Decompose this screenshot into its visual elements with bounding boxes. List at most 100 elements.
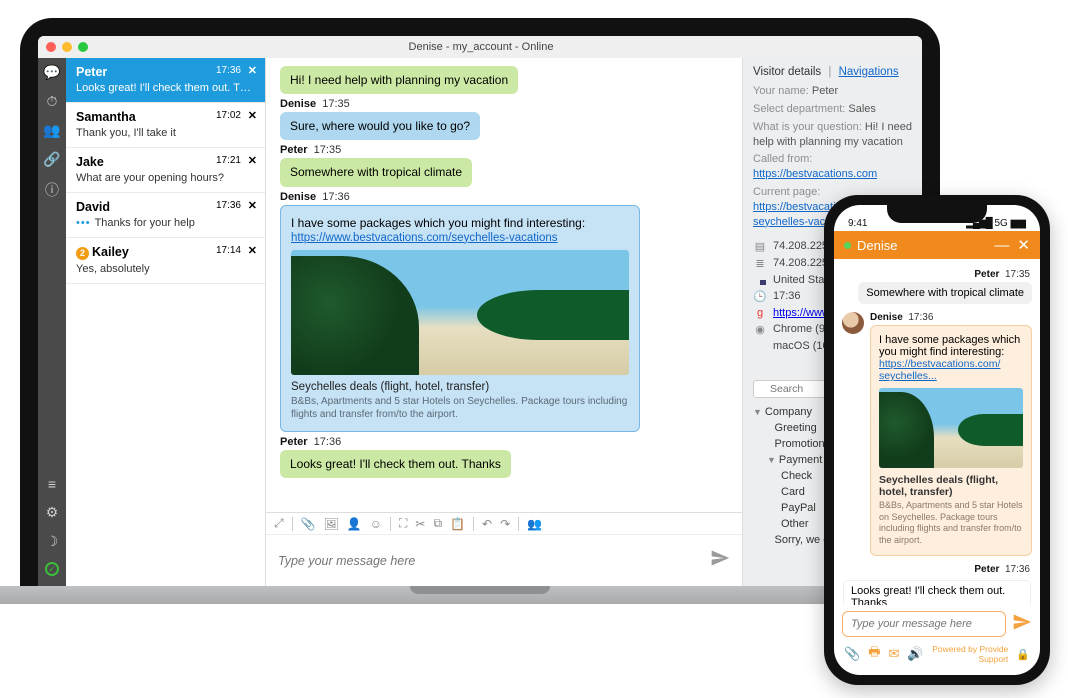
conv-snippet: •••Thanks for your help [76, 217, 255, 229]
visitor-message: Looks great! I'll check them out. Thanks [280, 450, 511, 478]
phone-chat-header: Denise — ✕ [834, 231, 1040, 259]
paste-icon[interactable]: 📋 [450, 517, 465, 531]
copy-icon[interactable]: ⧉ [433, 516, 442, 531]
message-input[interactable] [842, 611, 1006, 637]
card-title: Seychelles deals (flight, hotel, transfe… [879, 474, 1023, 498]
user-icon[interactable]: 👤 [347, 517, 362, 531]
tab-visitor-details[interactable]: Visitor details [753, 66, 821, 78]
visitor-message: Somewhere with tropical climate [280, 158, 472, 186]
message-meta: Peter 17:36 [842, 564, 1030, 575]
called-from-link[interactable]: https://bestvacations.com [753, 168, 877, 180]
settings-icon[interactable]: ⚙ [46, 504, 59, 521]
details-tabs: Visitor details | Navigations [753, 66, 912, 78]
emoji-icon[interactable]: ☺ [370, 517, 382, 531]
popout-icon[interactable]: ⤢ [274, 516, 284, 531]
status-time: 9:41 [848, 218, 867, 229]
phone-messages: Peter 17:35 Somewhere with tropical clim… [834, 259, 1040, 605]
transfer-icon[interactable]: 👥 [527, 517, 542, 531]
card-link[interactable]: https://bestvacations.com/ seychelles... [879, 358, 1000, 382]
card-subtitle: B&Bs, Apartments and 5 star Hotels on Se… [291, 395, 629, 421]
message-meta: Denise 17:36 [870, 312, 1032, 323]
status-online-icon[interactable] [45, 562, 59, 576]
visitor-message: Looks great! I'll check them out. Thanks [842, 579, 1032, 605]
card-image [291, 250, 629, 375]
laptop-frame: Denise - my_account - Online 💬 ⏱ 👥 🔗 ⓘ ≡… [20, 18, 940, 604]
window-zoom-icon[interactable] [78, 42, 88, 52]
conv-time: 17:21 [216, 155, 241, 166]
mac-titlebar: Denise - my_account - Online [38, 36, 922, 58]
time-value: 17:36 [773, 290, 801, 302]
send-icon[interactable] [710, 548, 730, 573]
undo-icon[interactable]: ↶ [482, 517, 492, 531]
card-intro: I have some packages which you might fin… [879, 334, 1023, 358]
info-icon[interactable]: ⓘ [45, 180, 59, 200]
send-icon[interactable] [1012, 612, 1032, 637]
typing-icon: ••• [76, 217, 91, 229]
phone-notch [887, 205, 987, 223]
phone-frame: 9:41 ▂▄▆█ 5G ▆▆ Denise — ✕ Peter 17:35 S… [824, 195, 1050, 685]
image-icon[interactable]: 🖼 [324, 517, 339, 531]
card-link[interactable]: https://www.bestvacations.com/seychelles… [291, 232, 558, 244]
night-icon[interactable]: ☽ [46, 533, 59, 550]
conv-time: 17:36 [216, 200, 241, 211]
redo-icon[interactable]: ↷ [500, 517, 510, 531]
link-icon[interactable]: 🔗 [43, 151, 60, 168]
visitor-name: Peter [812, 85, 838, 97]
message-meta: Denise 17:35 [280, 98, 728, 110]
close-icon[interactable]: ✕ [248, 199, 257, 212]
message-meta: Peter 17:35 [842, 269, 1030, 280]
attach-icon[interactable]: 📎 [301, 517, 316, 531]
conv-snippet: What are your opening hours? [76, 172, 255, 184]
clock-icon: 🕒 [753, 290, 767, 303]
composer [266, 534, 742, 586]
attach-icon[interactable]: 📎 [844, 646, 860, 662]
powered-by[interactable]: Powered by Provide Support [932, 644, 1009, 664]
close-icon[interactable]: ✕ [248, 244, 257, 257]
cut-icon[interactable]: ✂ [415, 517, 425, 531]
phone-composer [834, 605, 1040, 641]
message-meta: Peter 17:36 [280, 436, 728, 448]
composer-toolbar: ⤢ 📎 🖼 👤 ☺ ⛶ ✂ ⧉ 📋 ↶ ↷ [266, 512, 742, 534]
ip-icon: ▤ [753, 240, 767, 253]
message-input[interactable] [278, 554, 710, 568]
menu-icon[interactable]: ≡ [48, 476, 56, 492]
visitor-dept: Sales [848, 103, 876, 115]
lock-icon: 🔒 [1016, 648, 1030, 661]
phone-footer: 📎 🖶 ✉ 🔊 Powered by Provide Support 🔒 [834, 641, 1040, 675]
visitor-message: Hi! I need help with planning my vacatio… [280, 66, 518, 94]
conversation-item[interactable]: Samantha 17:02 ✕ Thank you, I'll take it [66, 103, 265, 148]
print-icon[interactable]: 🖶 [868, 643, 880, 665]
card-image [879, 388, 1023, 468]
message-meta: Denise 17:36 [280, 191, 728, 203]
history-icon[interactable]: ⏱ [47, 93, 58, 110]
chat-icon[interactable]: 💬 [43, 64, 60, 81]
conversation-item[interactable]: Peter 17:36 ✕ Looks great! I'll check th… [66, 58, 265, 103]
sound-icon[interactable]: 🔊 [907, 646, 923, 662]
agents-icon[interactable]: 👥 [43, 122, 60, 139]
window-close-icon[interactable] [46, 42, 56, 52]
conversation-list: Peter 17:36 ✕ Looks great! I'll check th… [66, 58, 266, 586]
conv-time: 17:36 [216, 65, 241, 76]
visitor-message: Somewhere with tropical climate [858, 282, 1032, 304]
agent-card-message: I have some packages which you might fin… [870, 325, 1032, 556]
window-minimize-icon[interactable] [62, 42, 72, 52]
conv-snippet: Yes, absolutely [76, 263, 255, 275]
host-icon: ≣ [753, 257, 767, 270]
card-intro: I have some packages which you might fin… [291, 216, 629, 230]
google-icon: g [753, 307, 767, 319]
tab-navigations[interactable]: Navigations [839, 66, 899, 78]
message-meta: Peter 17:35 [280, 144, 728, 156]
card-title: Seychelles deals (flight, hotel, transfe… [291, 381, 629, 393]
close-icon[interactable]: ✕ [248, 109, 257, 122]
close-icon[interactable]: ✕ [248, 64, 257, 77]
conv-snippet: Looks great! I'll check them out. Th... [76, 82, 255, 94]
select-icon[interactable]: ⛶ [399, 516, 407, 531]
minimize-icon[interactable]: — [994, 237, 1009, 254]
card-subtitle: B&Bs, Apartments and 5 star Hotels on Se… [879, 500, 1023, 547]
close-icon[interactable]: ✕ [1017, 236, 1030, 254]
conversation-item[interactable]: 2Kailey 17:14 ✕ Yes, absolutely [66, 238, 265, 284]
email-icon[interactable]: ✉ [888, 646, 899, 662]
conversation-item[interactable]: David 17:36 ✕ •••Thanks for your help [66, 193, 265, 238]
close-icon[interactable]: ✕ [248, 154, 257, 167]
conversation-item[interactable]: Jake 17:21 ✕ What are your opening hours… [66, 148, 265, 193]
